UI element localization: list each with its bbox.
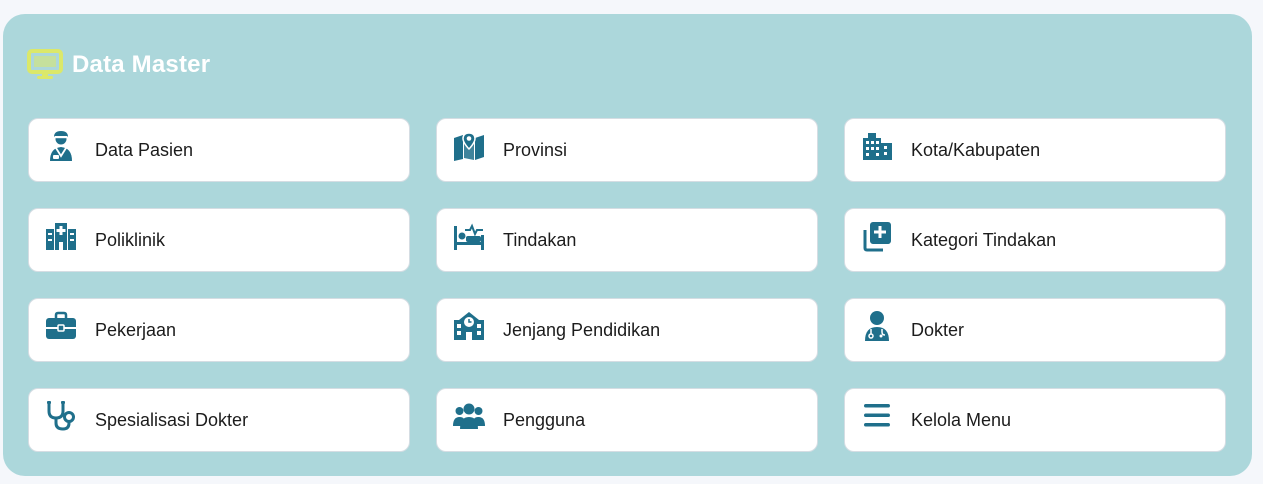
briefcase-icon — [44, 309, 78, 343]
menu-label: Data Pasien — [95, 139, 194, 160]
map-icon — [452, 129, 486, 163]
menu-card-poliklinik[interactable]: Poliklinik — [28, 208, 410, 272]
menu-card-kelola-menu[interactable]: Kelola Menu — [844, 388, 1226, 452]
users-icon — [452, 399, 486, 433]
menu-label: Kelola Menu — [911, 409, 1012, 430]
menu-label: Jenjang Pendidikan — [503, 319, 661, 340]
panel-title: Data Master — [72, 51, 211, 78]
panel-header: Data Master — [27, 48, 210, 82]
menu-card-dokter[interactable]: Dokter — [844, 298, 1226, 362]
menu-label: Poliklinik — [95, 229, 166, 250]
menu-label: Provinsi — [503, 139, 568, 160]
menu-card-data-pasien[interactable]: Data Pasien — [28, 118, 410, 182]
menu-label: Tindakan — [503, 229, 577, 250]
menu-card-tindakan[interactable]: Tindakan — [436, 208, 818, 272]
master-menu-grid: Data Pasien Provinsi Kota/Kabupaten Poli… — [28, 118, 1226, 452]
menu-card-provinsi[interactable]: Provinsi — [436, 118, 818, 182]
menu-card-kota-kabupaten[interactable]: Kota/Kabupaten — [844, 118, 1226, 182]
menu-label: Spesialisasi Dokter — [95, 409, 249, 430]
menu-label: Dokter — [911, 319, 965, 340]
menu-card-kategori-tindakan[interactable]: Kategori Tindakan — [844, 208, 1226, 272]
menu-card-jenjang-pendidikan[interactable]: Jenjang Pendidikan — [436, 298, 818, 362]
menu-card-pekerjaan[interactable]: Pekerjaan — [28, 298, 410, 362]
bed-pulse-icon — [452, 219, 486, 253]
menu-label: Pengguna — [503, 409, 586, 430]
hospital-icon — [44, 219, 78, 253]
bars-icon — [860, 399, 894, 433]
stethoscope-icon — [44, 399, 78, 433]
monitor-icon — [27, 48, 63, 82]
menu-card-pengguna[interactable]: Pengguna — [436, 388, 818, 452]
data-master-panel: Data Master Data Pasien Provinsi Kota/Ka… — [3, 14, 1252, 476]
city-icon — [860, 129, 894, 163]
doctor-icon — [860, 309, 894, 343]
menu-label: Kategori Tindakan — [911, 229, 1057, 250]
menu-label: Kota/Kabupaten — [911, 139, 1041, 160]
medical-files-icon — [860, 219, 894, 253]
patient-icon — [44, 129, 78, 163]
school-icon — [452, 309, 486, 343]
menu-label: Pekerjaan — [95, 319, 177, 340]
menu-card-spesialisasi-dokter[interactable]: Spesialisasi Dokter — [28, 388, 410, 452]
